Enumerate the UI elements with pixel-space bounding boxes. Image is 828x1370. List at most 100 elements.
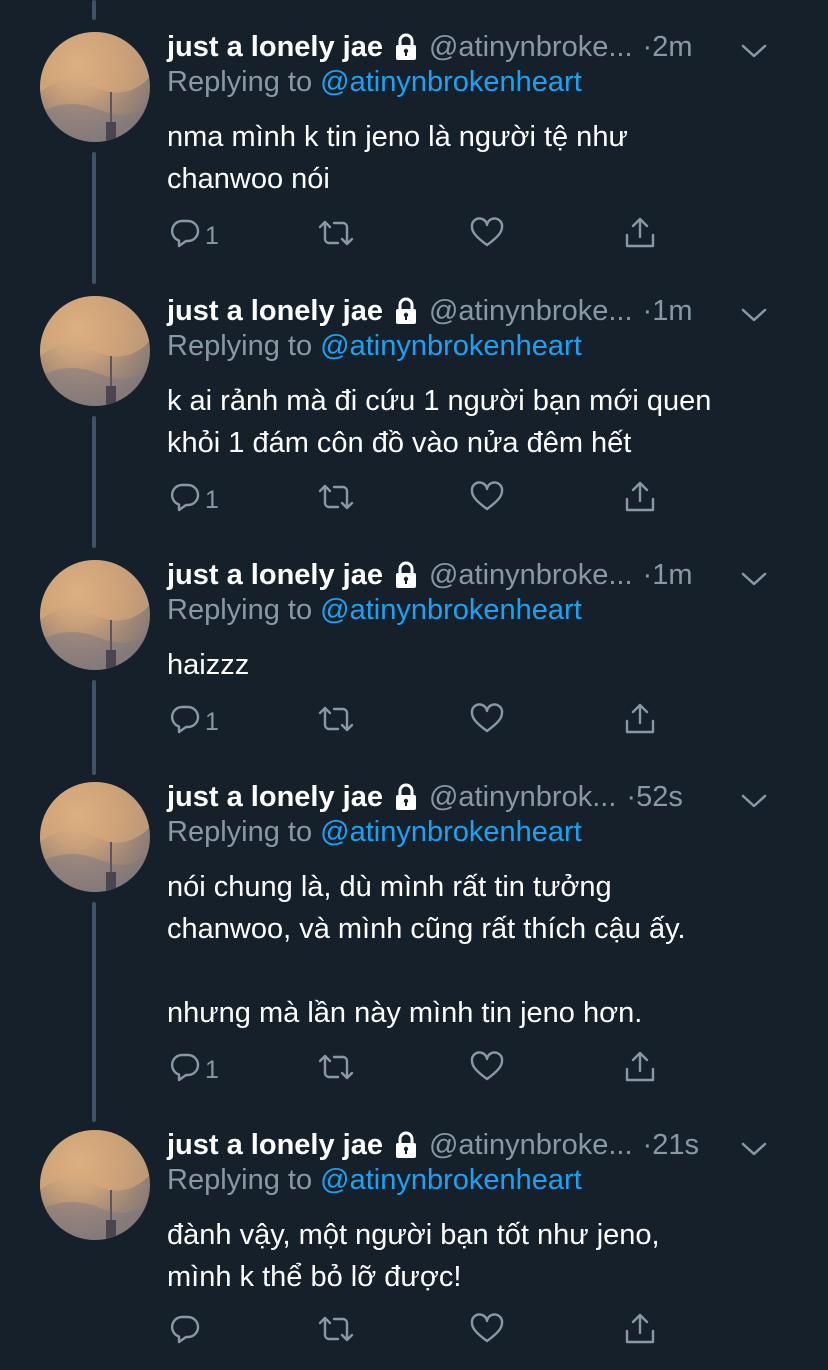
share-icon [623,216,657,257]
replying-to: Replying to @atinynbrokenheart [167,594,582,627]
retweet-button[interactable] [317,702,355,742]
mention-link[interactable]: @atinynbrokenheart [320,816,582,848]
chevron-down-icon[interactable] [741,36,767,69]
tweet-text: đành vậy, một người bạn tốt như jeno, mì… [167,1219,660,1293]
share-button[interactable] [623,1312,657,1352]
avatar[interactable] [40,782,150,892]
chevron-down-icon[interactable] [741,1134,767,1167]
tweet-text: nói chung là, dù mình rất tin tưởng chan… [167,871,686,1029]
share-icon [623,480,657,521]
mention-link[interactable]: @atinynbrokenheart [320,1164,582,1196]
reply-count: 1 [205,1055,219,1084]
replying-to: Replying to @atinynbrokenheart [167,1164,582,1197]
reply-icon [169,217,201,256]
tweet-text: k ai rảnh mà đi cứu 1 người bạn mới quen… [167,385,712,459]
chevron-down-icon[interactable] [741,300,767,333]
lock-icon [392,33,420,61]
share-icon [623,1050,657,1091]
tweet-actions: 1 [167,480,687,520]
avatar[interactable] [40,560,150,670]
replying-to: Replying to @atinynbrokenheart [167,66,582,99]
retweet-icon [317,481,355,520]
tweet-header: just a lonely jae @atinynbroke... ·2m [167,28,807,66]
replying-to-label: Replying to [167,1164,321,1196]
reply-icon [169,1313,201,1352]
display-name[interactable]: just a lonely jae [167,295,383,328]
reply-button[interactable]: 1 [169,702,219,742]
reply-count: 1 [205,707,219,736]
tweet-actions [167,1312,687,1352]
timestamp[interactable]: ·52s [626,781,682,814]
share-button[interactable] [623,480,657,520]
like-button[interactable] [470,1050,504,1090]
retweet-button[interactable] [317,480,355,520]
share-button[interactable] [623,216,657,256]
tweet[interactable]: just a lonely jae @atinynbroke... ·2m Re… [0,0,828,264]
tweet-actions: 1 [167,216,687,256]
tweet[interactable]: just a lonely jae @atinynbroke... ·1m Re… [0,264,828,528]
avatar[interactable] [40,1130,150,1240]
display-name[interactable]: just a lonely jae [167,559,383,592]
tweet-header: just a lonely jae @atinynbroke... ·1m [167,292,807,330]
timestamp[interactable]: ·1m [643,559,693,592]
reply-count: 1 [205,221,219,250]
heart-icon [470,1050,504,1090]
reply-button[interactable] [169,1312,205,1352]
share-button[interactable] [623,702,657,742]
heart-icon [470,480,504,520]
retweet-button[interactable] [317,1050,355,1090]
avatar[interactable] [40,296,150,406]
display-name[interactable]: just a lonely jae [167,781,383,814]
tweet[interactable]: just a lonely jae @atinynbroke... ·1m Re… [0,528,828,750]
user-handle[interactable]: @atinynbroke... [429,1129,633,1162]
share-button[interactable] [623,1050,657,1090]
reply-icon [169,481,201,520]
lock-icon [392,297,420,325]
like-button[interactable] [470,702,504,742]
lock-icon [392,1131,420,1159]
reply-button[interactable]: 1 [169,216,219,256]
tweet[interactable]: just a lonely jae @atinynbrok... ·52s Re… [0,750,828,1098]
display-name[interactable]: just a lonely jae [167,1129,383,1162]
timestamp[interactable]: ·21s [643,1129,699,1162]
user-handle[interactable]: @atinynbroke... [429,559,633,592]
user-handle[interactable]: @atinynbrok... [429,781,616,814]
user-handle[interactable]: @atinynbroke... [429,31,633,64]
retweet-button[interactable] [317,1312,355,1352]
tweet-text: nma mình k tin jeno là người tệ như chan… [167,121,628,195]
tweet-actions: 1 [167,1050,687,1090]
chevron-down-icon[interactable] [741,786,767,819]
mention-link[interactable]: @atinynbrokenheart [320,66,582,98]
like-button[interactable] [470,480,504,520]
timestamp[interactable]: ·2m [643,31,693,64]
avatar[interactable] [40,32,150,142]
replying-to-label: Replying to [167,66,321,98]
display-name[interactable]: just a lonely jae [167,31,383,64]
like-button[interactable] [470,216,504,256]
user-handle[interactable]: @atinynbroke... [429,295,633,328]
share-icon [623,1312,657,1353]
like-button[interactable] [470,1312,504,1352]
reply-icon [169,703,201,742]
retweet-icon [317,1313,355,1352]
heart-icon [470,702,504,742]
reply-button[interactable]: 1 [169,1050,219,1090]
reply-icon [169,1051,201,1090]
mention-link[interactable]: @atinynbrokenheart [320,594,582,626]
chevron-down-icon[interactable] [741,564,767,597]
share-icon [623,702,657,743]
lock-icon [392,561,420,589]
mention-link[interactable]: @atinynbrokenheart [320,330,582,362]
timestamp[interactable]: ·1m [643,295,693,328]
replying-to: Replying to @atinynbrokenheart [167,330,582,363]
tweet[interactable]: just a lonely jae @atinynbroke... ·21s R… [0,1098,828,1370]
tweet-header: just a lonely jae @atinynbrok... ·52s [167,778,807,816]
retweet-icon [317,1051,355,1090]
retweet-button[interactable] [317,216,355,256]
reply-count: 1 [205,485,219,514]
tweet-header: just a lonely jae @atinynbroke... ·1m [167,556,807,594]
retweet-icon [317,703,355,742]
replying-to-label: Replying to [167,816,321,848]
reply-button[interactable]: 1 [169,480,219,520]
tweet-text: haizzz [167,649,250,681]
